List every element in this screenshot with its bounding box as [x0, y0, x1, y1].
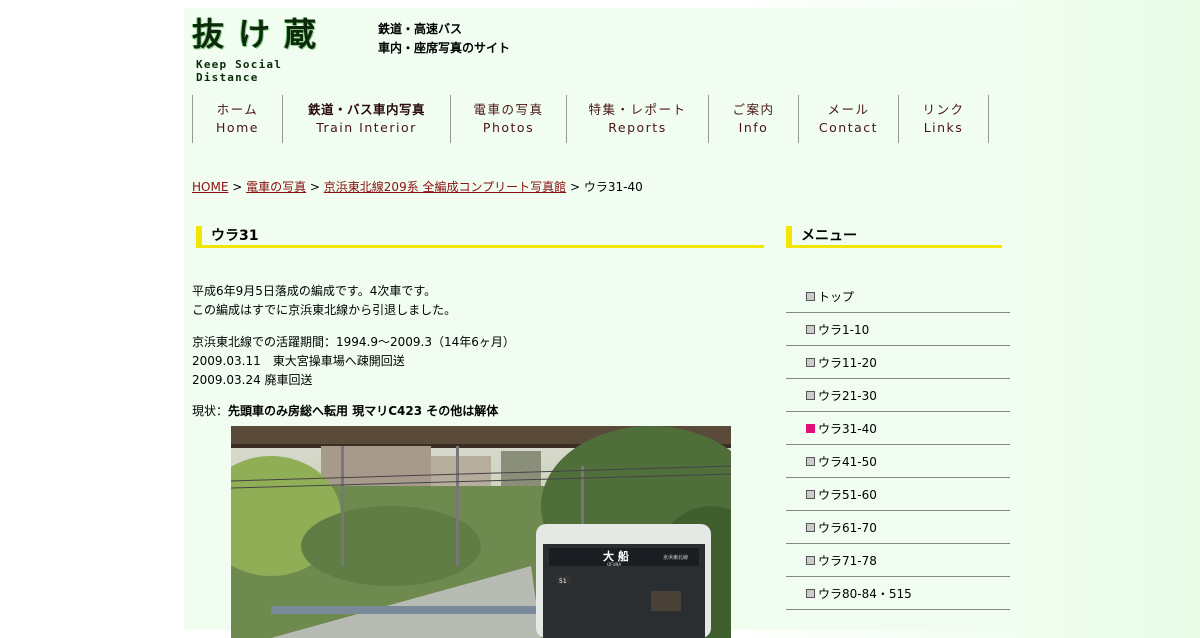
train-photo-illustration: 大 船 OFUNA 京浜東北線 51	[231, 426, 731, 638]
square-bullet-icon	[806, 522, 815, 532]
square-bullet-icon	[806, 489, 815, 499]
history-line-2: 2009.03.11 東大宮操車場へ疎開回送	[192, 354, 405, 368]
history-line-3: 2009.03.24 廃車回送	[192, 373, 313, 387]
train-photo: 大 船 OFUNA 京浜東北線 51	[231, 426, 731, 638]
logo-title: 抜け蔵	[192, 15, 331, 53]
nav-label-ja: リンク	[922, 102, 965, 117]
main-content: ウラ31 平成6年9月5日落成の編成です。4次車です。 この編成はすでに京浜東北…	[192, 226, 764, 638]
square-bullet-icon	[806, 555, 815, 565]
square-bullet-icon	[806, 291, 815, 301]
intro-line-1: 平成6年9月5日落成の編成です。4次車です。	[192, 284, 437, 298]
photo-destination-ja: 大 船	[603, 549, 629, 563]
sidebar-item-label: ウラ1-10	[818, 322, 870, 337]
square-bullet-icon	[806, 390, 815, 400]
breadcrumb-home-link[interactable]: HOME	[192, 180, 228, 194]
square-bullet-icon	[806, 588, 815, 598]
nav-info[interactable]: ご案内 Info	[708, 95, 798, 143]
breadcrumb-photos-link[interactable]: 電車の写真	[246, 180, 306, 194]
square-bullet-icon	[806, 324, 815, 334]
site-logo[interactable]: 抜け蔵 Keep Social Distance	[192, 14, 344, 84]
sidebar-item-label: ウラ31-40	[818, 421, 877, 436]
sidebar-item-ura80-84-515[interactable]: ウラ80-84・515	[786, 577, 1010, 610]
section-title: ウラ31	[196, 226, 764, 248]
site-tagline: 鉄道・高速バス 車内・座席写真のサイト	[378, 20, 510, 58]
nav-home[interactable]: ホーム Home	[192, 95, 282, 143]
intro-line-2: この編成はすでに京浜東北線から引退しました。	[192, 303, 457, 317]
sidebar-item-label: トップ	[818, 289, 855, 304]
sidebar-item-label: ウラ11-20	[818, 355, 877, 370]
sidebar-item-label: ウラ51-60	[818, 487, 877, 502]
nav-reports[interactable]: 特集・レポート Reports	[566, 95, 708, 143]
sidebar-item-label: ウラ41-50	[818, 454, 877, 469]
nav-label-en: Reports	[608, 120, 667, 135]
nav-label-ja: メール	[827, 102, 870, 117]
intro-paragraph: 平成6年9月5日落成の編成です。4次車です。 この編成はすでに京浜東北線から引退…	[192, 282, 456, 320]
nav-label-ja: ご案内	[732, 102, 775, 117]
logo-subtitle: Keep Social Distance	[196, 58, 283, 84]
breadcrumb: HOME > 電車の写真 > 京浜東北線209系 全編成コンプリート写真館 > …	[192, 178, 643, 195]
nav-label-en: Home	[216, 120, 259, 135]
sidebar-item-ura71-78[interactable]: ウラ71-78	[786, 544, 1010, 577]
nav-label-en: Contact	[818, 120, 879, 135]
sidebar-item-ura51-60[interactable]: ウラ51-60	[786, 478, 1010, 511]
nav-label-ja: 特集・レポート	[588, 102, 687, 117]
history-line-1: 京浜東北線での活躍期間：1994.9～2009.3（14年6ヶ月）	[192, 335, 515, 349]
photo-line-name: 京浜東北線	[663, 554, 688, 561]
sidebar-item-label: ウラ21-30	[818, 388, 877, 403]
sidebar: メニュー トップ ウラ1-10 ウラ11-20 ウラ21-30 ウラ31-40 …	[786, 226, 1010, 610]
nav-label-en: Train Interior	[316, 120, 417, 135]
sidebar-item-label: ウラ71-78	[818, 553, 877, 568]
square-bullet-icon	[806, 423, 815, 433]
sidebar-item-ura31-40[interactable]: ウラ31-40	[786, 412, 1010, 445]
sidebar-item-ura21-30[interactable]: ウラ21-30	[786, 379, 1010, 412]
nav-label-ja: 電車の写真	[473, 102, 544, 117]
status-paragraph: 現状：先頭車のみ房総へ転用 現マリC423 その他は解体	[192, 402, 498, 421]
breadcrumb-current: ウラ31-40	[583, 180, 643, 194]
sidebar-item-ura1-10[interactable]: ウラ1-10	[786, 313, 1010, 346]
sidebar-item-label: ウラ80-84・515	[818, 586, 912, 601]
square-bullet-icon	[806, 357, 815, 367]
nav-links[interactable]: リンク Links	[898, 95, 989, 143]
sidebar-item-ura61-70[interactable]: ウラ61-70	[786, 511, 1010, 544]
nav-label-ja: 鉄道・バス車内写真	[307, 102, 425, 117]
nav-label-ja: ホーム	[216, 102, 259, 117]
nav-contact[interactable]: メール Contact	[798, 95, 898, 143]
status-label: 現状：	[192, 404, 229, 418]
breadcrumb-separator: >	[566, 180, 584, 194]
tagline-line-1: 鉄道・高速バス	[378, 22, 463, 36]
sidebar-title: メニュー	[786, 226, 1002, 248]
global-nav: ホーム Home 鉄道・バス車内写真 Train Interior 電車の写真 …	[192, 95, 989, 143]
history-paragraph: 京浜東北線での活躍期間：1994.9～2009.3（14年6ヶ月） 2009.0…	[192, 333, 515, 390]
nav-photos[interactable]: 電車の写真 Photos	[450, 95, 566, 143]
nav-label-en: Info	[738, 120, 769, 135]
nav-label-en: Photos	[482, 120, 535, 135]
status-value: 先頭車のみ房総へ転用 現マリC423 その他は解体	[228, 404, 499, 418]
sidebar-item-top[interactable]: トップ	[786, 280, 1010, 313]
photo-destination-en: OFUNA	[607, 562, 621, 567]
sidebar-item-ura41-50[interactable]: ウラ41-50	[786, 445, 1010, 478]
sidebar-item-ura11-20[interactable]: ウラ11-20	[786, 346, 1010, 379]
breadcrumb-series-link[interactable]: 京浜東北線209系 全編成コンプリート写真館	[324, 180, 566, 194]
page-container: 抜け蔵 Keep Social Distance 鉄道・高速バス 車内・座席写真…	[184, 8, 1014, 638]
photo-run-number: 51	[559, 578, 567, 585]
square-bullet-icon	[806, 456, 815, 466]
tagline-line-2: 車内・座席写真のサイト	[378, 41, 511, 55]
nav-label-en: Links	[923, 120, 964, 135]
breadcrumb-separator: >	[228, 180, 247, 194]
nav-train-interior[interactable]: 鉄道・バス車内写真 Train Interior	[282, 95, 450, 143]
breadcrumb-separator: >	[306, 180, 324, 194]
sidebar-menu: トップ ウラ1-10 ウラ11-20 ウラ21-30 ウラ31-40 ウラ41-…	[786, 280, 1010, 610]
sidebar-item-label: ウラ61-70	[818, 520, 877, 535]
